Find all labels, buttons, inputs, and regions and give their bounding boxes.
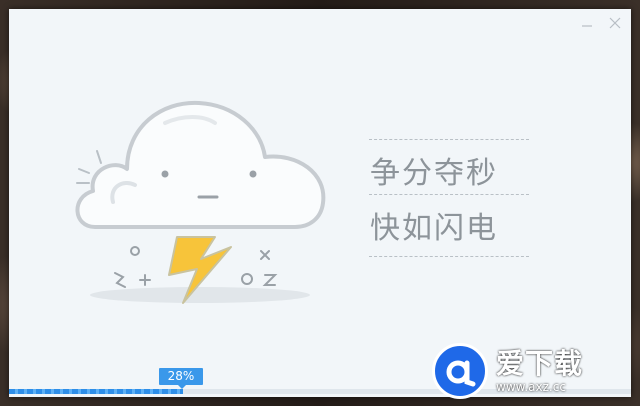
slogan-divider-top — [369, 139, 529, 140]
slogan-divider-middle — [369, 194, 529, 195]
close-button[interactable] — [607, 15, 623, 31]
minimize-button[interactable] — [579, 15, 595, 31]
slogan-line2: 快如闪电 — [370, 211, 498, 246]
slogan-line1: 争分夺秒 — [370, 156, 498, 191]
cloud-icon — [75, 100, 326, 229]
close-icon — [609, 17, 621, 29]
site-watermark: 爱下载 www.axz.cc — [432, 338, 632, 404]
cloud-eye-right — [249, 170, 257, 178]
watermark-url: www.axz.cc — [496, 380, 566, 394]
slogan-divider-bottom — [369, 256, 529, 257]
progress-bar-fill — [9, 389, 184, 394]
a-logo-icon — [432, 343, 488, 399]
cloud-lightning-illustration — [75, 100, 326, 304]
progress-percent-badge: 28% — [159, 368, 203, 389]
ground-shadow-shape — [90, 287, 310, 303]
minimize-icon — [582, 25, 592, 27]
watermark-title: 爱下载 — [496, 347, 584, 380]
cloud-eye-left — [161, 170, 169, 178]
